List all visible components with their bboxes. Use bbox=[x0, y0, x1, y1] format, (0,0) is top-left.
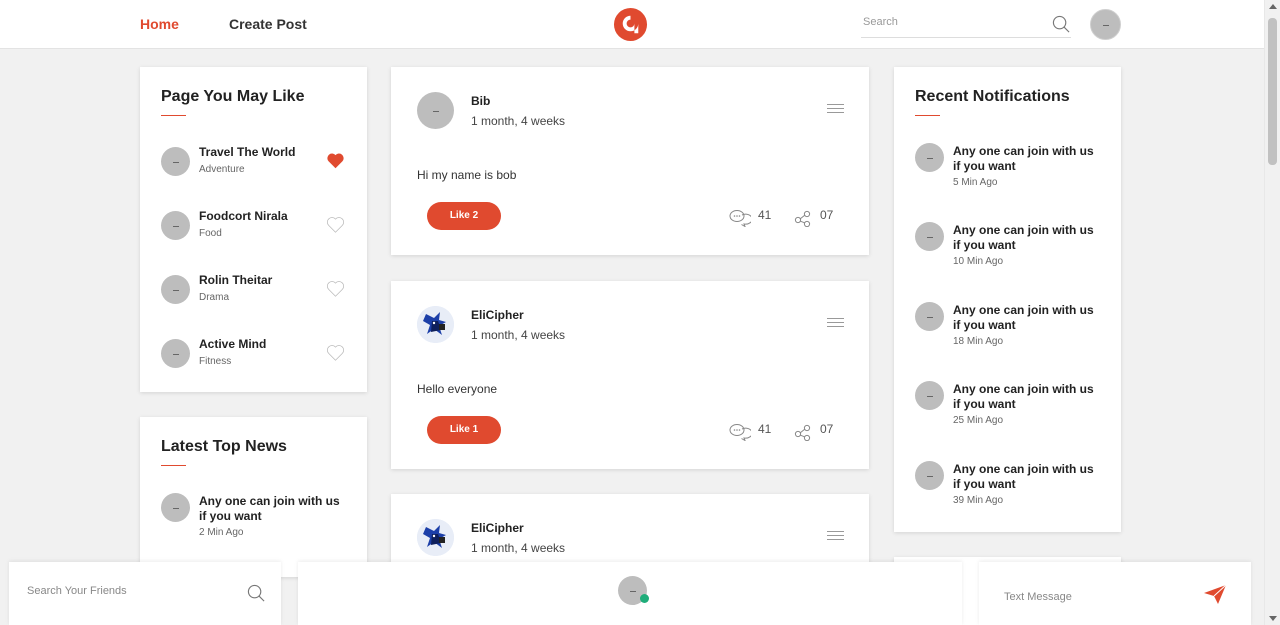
post-text: Hi my name is bob bbox=[417, 168, 517, 182]
comment-icon[interactable] bbox=[729, 423, 751, 441]
notification-text[interactable]: Any one can join with us if you want bbox=[953, 462, 1103, 492]
news-text[interactable]: Any one can join with us if you want bbox=[199, 494, 349, 524]
page-item[interactable]: Rolin Theitar Drama bbox=[161, 273, 351, 313]
news-avatar bbox=[161, 493, 190, 522]
comment-count: 41 bbox=[758, 422, 772, 436]
post-text: Hello everyone bbox=[417, 382, 498, 396]
heart-outline-icon[interactable] bbox=[326, 216, 345, 233]
page-name[interactable]: Travel The World bbox=[199, 145, 295, 159]
post-card: Bib 1 month, 4 weeks Hi my name is bob L… bbox=[391, 67, 869, 255]
news-card: Latest Top News Any one can join with us… bbox=[140, 417, 367, 577]
title-underline bbox=[915, 115, 940, 116]
notification-avatar bbox=[915, 381, 944, 410]
scrollbar-thumb[interactable] bbox=[1268, 18, 1277, 165]
title-underline bbox=[161, 115, 186, 116]
post-card: EliCipher 1 month, 4 weeks Hello everyon… bbox=[391, 281, 869, 469]
post-author-name[interactable]: Bib bbox=[471, 94, 490, 108]
send-icon[interactable] bbox=[1203, 584, 1227, 605]
page-item[interactable]: Foodcort Nirala Food bbox=[161, 209, 351, 249]
app-logo-icon[interactable] bbox=[613, 7, 648, 42]
nav-home-link[interactable]: Home bbox=[140, 16, 179, 32]
page-item[interactable]: Active Mind Fitness bbox=[161, 337, 351, 377]
page-item[interactable]: Travel The World Adventure bbox=[161, 145, 351, 185]
friend-search-panel bbox=[9, 562, 281, 625]
anime-avatar-icon bbox=[417, 306, 454, 343]
notification-time: 18 Min Ago bbox=[953, 336, 1004, 347]
post-time: 1 month, 4 weeks bbox=[471, 328, 566, 342]
nav-create-post-link[interactable]: Create Post bbox=[229, 16, 307, 32]
online-status-dot bbox=[640, 594, 649, 603]
post-author-avatar[interactable] bbox=[417, 519, 454, 556]
search-icon[interactable] bbox=[247, 584, 266, 603]
page-avatar bbox=[161, 339, 190, 368]
message-panel bbox=[979, 562, 1251, 625]
share-count: 07 bbox=[820, 422, 834, 436]
notifications-card: Recent Notifications Any one can join wi… bbox=[894, 67, 1121, 532]
page-name[interactable]: Active Mind bbox=[199, 337, 266, 351]
like-button[interactable]: Like 2 bbox=[427, 202, 501, 230]
page-avatar bbox=[161, 275, 190, 304]
heart-outline-icon[interactable] bbox=[326, 344, 345, 361]
post-author-name[interactable]: EliCipher bbox=[471, 308, 524, 322]
page-scrollbar[interactable] bbox=[1264, 0, 1280, 625]
post-author-name[interactable]: EliCipher bbox=[471, 521, 524, 535]
user-avatar[interactable] bbox=[1090, 9, 1121, 40]
notification-avatar bbox=[915, 143, 944, 172]
post-menu-icon[interactable] bbox=[827, 318, 844, 330]
heart-filled-icon[interactable] bbox=[326, 152, 345, 169]
notification-time: 39 Min Ago bbox=[953, 495, 1004, 506]
page-name[interactable]: Rolin Theitar bbox=[199, 273, 272, 287]
notification-time: 10 Min Ago bbox=[953, 256, 1004, 267]
pages-card: Page You May Like Travel The World Adven… bbox=[140, 67, 367, 392]
news-time: 2 Min Ago bbox=[199, 527, 244, 538]
scroll-up-arrow-icon[interactable] bbox=[1269, 4, 1277, 9]
notification-text[interactable]: Any one can join with us if you want bbox=[953, 303, 1103, 333]
post-menu-icon[interactable] bbox=[827, 531, 844, 543]
notification-text[interactable]: Any one can join with us if you want bbox=[953, 144, 1103, 174]
top-navbar: Home Create Post bbox=[0, 0, 1264, 49]
like-button[interactable]: Like 1 bbox=[427, 416, 501, 444]
news-card-title: Latest Top News bbox=[161, 438, 287, 455]
post-time: 1 month, 4 weeks bbox=[471, 541, 566, 555]
post-time: 1 month, 4 weeks bbox=[471, 114, 566, 128]
share-icon[interactable] bbox=[794, 209, 812, 227]
comment-count: 41 bbox=[758, 208, 772, 222]
post-author-avatar[interactable] bbox=[417, 306, 454, 343]
title-underline bbox=[161, 465, 186, 466]
notification-text[interactable]: Any one can join with us if you want bbox=[953, 223, 1103, 253]
share-icon[interactable] bbox=[794, 423, 812, 441]
friend-search-input[interactable] bbox=[27, 585, 237, 597]
share-count: 07 bbox=[820, 208, 834, 222]
notification-time: 5 Min Ago bbox=[953, 177, 998, 188]
page-avatar bbox=[161, 147, 190, 176]
heart-outline-icon[interactable] bbox=[326, 280, 345, 297]
page-category: Adventure bbox=[199, 164, 245, 175]
scroll-down-arrow-icon[interactable] bbox=[1269, 616, 1277, 621]
page-name[interactable]: Foodcort Nirala bbox=[199, 209, 288, 223]
anime-avatar-icon bbox=[417, 519, 454, 556]
page-avatar bbox=[161, 211, 190, 240]
notifications-card-title: Recent Notifications bbox=[915, 88, 1070, 105]
top-search-input[interactable] bbox=[861, 10, 1041, 34]
search-icon[interactable] bbox=[1052, 15, 1071, 34]
notification-avatar bbox=[915, 302, 944, 331]
top-search bbox=[861, 10, 1071, 38]
notification-time: 25 Min Ago bbox=[953, 415, 1004, 426]
notification-text[interactable]: Any one can join with us if you want bbox=[953, 382, 1103, 412]
pages-card-title: Page You May Like bbox=[161, 88, 305, 105]
page-category: Drama bbox=[199, 292, 230, 303]
notification-avatar bbox=[915, 222, 944, 251]
post-author-avatar[interactable] bbox=[417, 92, 454, 129]
post-menu-icon[interactable] bbox=[827, 104, 844, 116]
comment-icon[interactable] bbox=[729, 209, 751, 227]
notification-avatar bbox=[915, 461, 944, 490]
message-input[interactable] bbox=[1004, 591, 1194, 603]
page-category: Food bbox=[199, 228, 222, 239]
chat-panel bbox=[298, 562, 962, 625]
page-category: Fitness bbox=[199, 356, 232, 367]
